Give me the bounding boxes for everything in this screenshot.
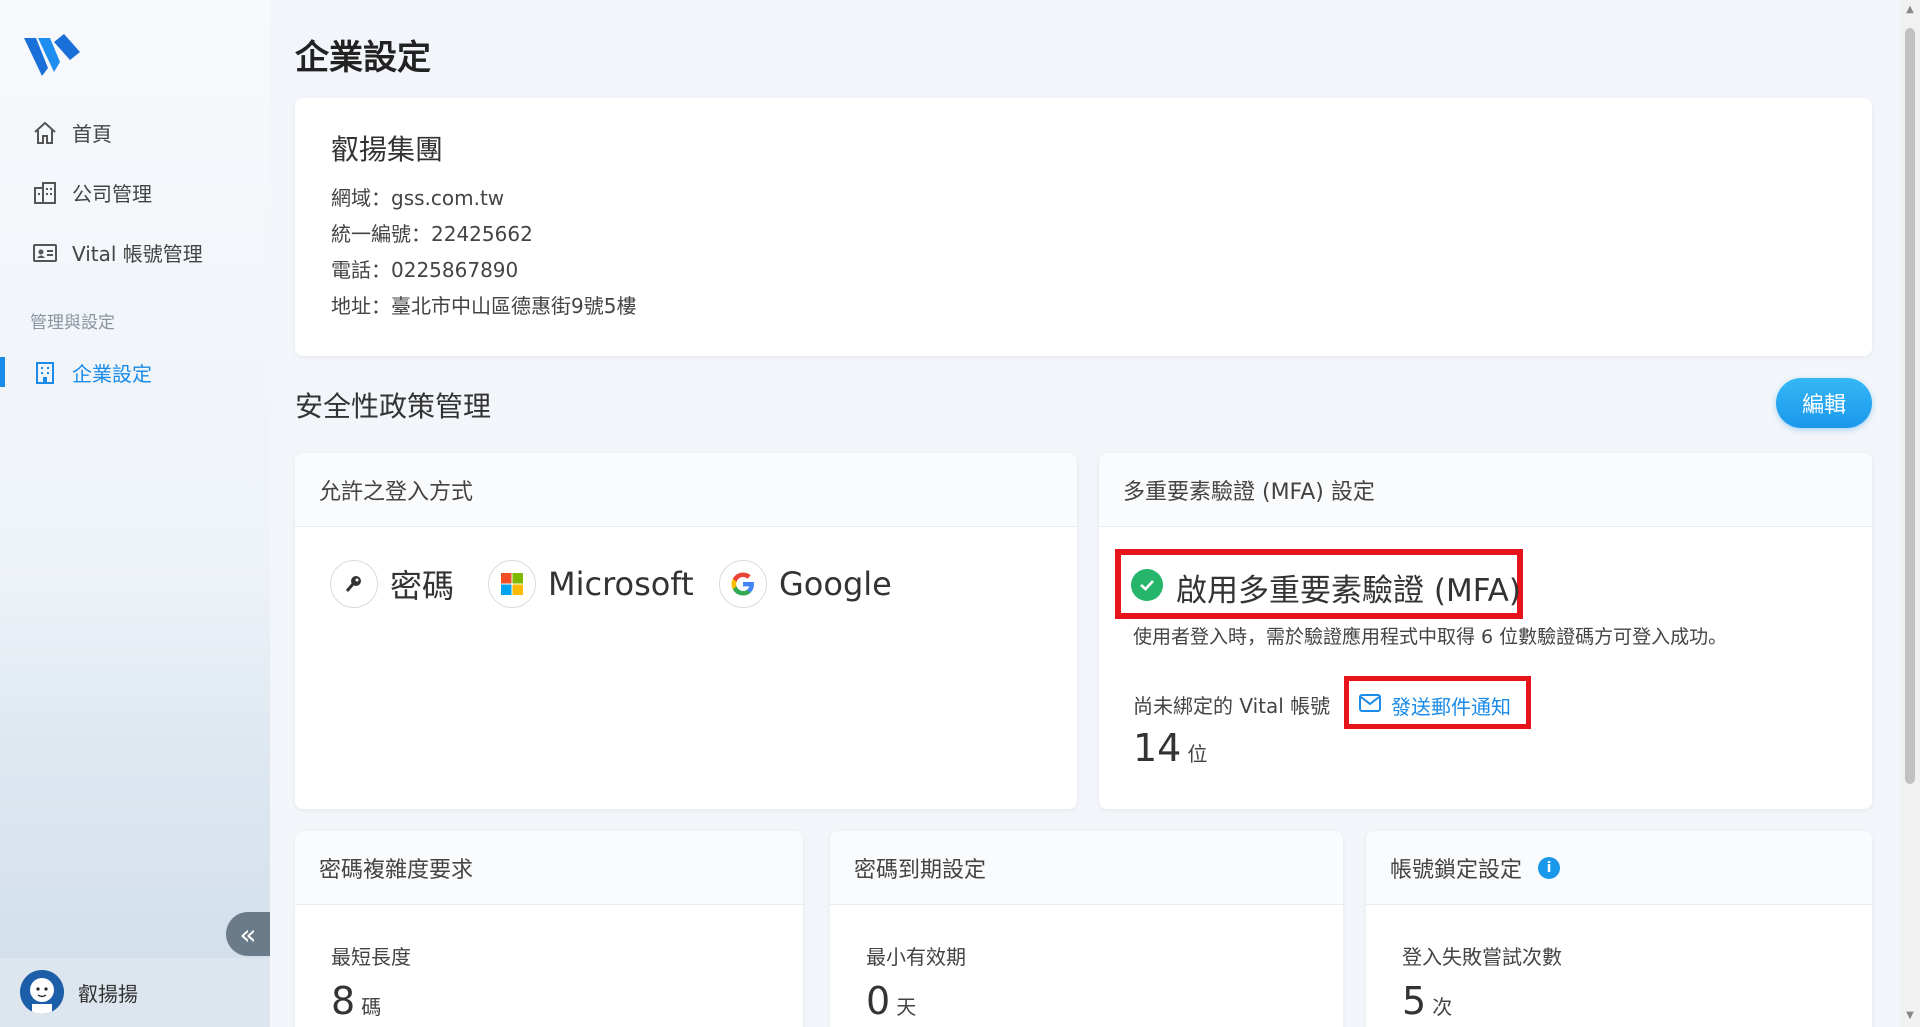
- sidebar-item-home[interactable]: 首頁: [0, 108, 270, 156]
- count-value: 14: [1133, 726, 1182, 770]
- company-domain: 網域：gss.com.tw: [331, 186, 505, 210]
- sidebar-item-vital-accounts[interactable]: Vital 帳號管理: [0, 228, 270, 276]
- count-value: 8: [331, 979, 356, 1023]
- password-expiry-title: 密碼到期設定: [830, 831, 1343, 905]
- unbound-accounts-count: 14 位: [1133, 726, 1207, 770]
- count-value: 0: [866, 979, 891, 1023]
- mail-icon: [1359, 694, 1381, 712]
- login-method-google: Google: [719, 560, 892, 608]
- office-building-icon: [36, 362, 54, 384]
- send-email-notification-button[interactable]: 發送郵件通知: [1344, 676, 1531, 729]
- send-email-notification-link: 發送郵件通知: [1391, 695, 1511, 719]
- edit-button[interactable]: 編輯: [1776, 378, 1872, 428]
- check-circle-icon: [1131, 569, 1163, 601]
- sidebar-item-label: 首頁: [72, 121, 112, 146]
- count-unit: 碼: [361, 995, 382, 1019]
- vital-logo-icon[interactable]: [24, 34, 80, 76]
- scroll-down-arrow-icon[interactable]: ▼: [1904, 1010, 1916, 1022]
- mfa-enabled-highlight: 啟用多重要素驗證 (MFA): [1115, 549, 1523, 619]
- company-phone: 電話：0225867890: [331, 258, 519, 282]
- page-title: 企業設定: [295, 38, 431, 78]
- id-card-icon: [33, 244, 57, 262]
- company-address: 地址：臺北市中山區德惠街9號5樓: [331, 294, 637, 318]
- scroll-thumb[interactable]: [1905, 28, 1915, 784]
- microsoft-icon: [488, 560, 536, 608]
- account-lock-header: 帳號鎖定設定 i: [1366, 831, 1872, 905]
- count-unit: 天: [896, 995, 917, 1019]
- sidebar: 首頁 公司管理 Vital 帳號管理 管理與設定 企業設定 « 叡揚揚: [0, 0, 270, 1027]
- login-method-label: Google: [779, 565, 892, 603]
- sidebar-item-company-management[interactable]: 公司管理: [0, 168, 270, 216]
- login-method-password: 密碼: [330, 560, 454, 608]
- unbound-accounts-label: 尚未綁定的 Vital 帳號: [1133, 694, 1331, 718]
- avatar[interactable]: [20, 970, 64, 1014]
- min-length-label: 最短長度: [331, 945, 411, 969]
- account-lock-card: 帳號鎖定設定 i 登入失敗嘗試次數 5 次: [1366, 831, 1872, 1027]
- mfa-settings-title: 多重要素驗證 (MFA) 設定: [1099, 453, 1872, 527]
- login-method-label: Microsoft: [548, 565, 694, 603]
- google-icon: [719, 560, 767, 608]
- sidebar-collapse-button[interactable]: «: [226, 912, 270, 956]
- count-value: 5: [1402, 979, 1427, 1023]
- sidebar-item-enterprise-settings[interactable]: 企業設定: [0, 348, 270, 396]
- min-length-count: 8 碼: [331, 979, 381, 1023]
- sidebar-item-label: Vital 帳號管理: [72, 241, 203, 266]
- count-unit: 位: [1187, 742, 1208, 766]
- login-methods-card: 允許之登入方式: [295, 453, 1077, 809]
- login-attempts-count: 5 次: [1402, 979, 1452, 1023]
- info-icon[interactable]: i: [1538, 856, 1561, 879]
- sidebar-item-label: 企業設定: [72, 361, 152, 386]
- company-name: 叡揚集團: [331, 133, 444, 166]
- count-unit: 次: [1432, 995, 1453, 1019]
- home-icon: [34, 121, 56, 144]
- login-method-microsoft: Microsoft: [488, 560, 694, 608]
- page-scrollbar[interactable]: ▲ ▼: [1900, 0, 1920, 1027]
- login-method-label: 密碼: [390, 567, 455, 605]
- company-tax-id: 統一編號：22425662: [331, 222, 533, 246]
- security-policy-title: 安全性政策管理: [295, 390, 492, 423]
- login-attempts-label: 登入失敗嘗試次數: [1402, 945, 1562, 969]
- avatar-illustration-icon: [20, 970, 64, 1014]
- mfa-enabled-label: 啟用多重要素驗證 (MFA): [1176, 573, 1521, 609]
- double-chevron-left-icon: «: [239, 917, 257, 951]
- password-expiry-card: 密碼到期設定 最小有效期 0 天: [830, 831, 1343, 1027]
- sidebar-item-label: 公司管理: [72, 181, 152, 206]
- password-complexity-title: 密碼複雜度要求: [295, 831, 803, 905]
- min-valid-count: 0 天: [866, 979, 916, 1023]
- account-lock-title: 帳號鎖定設定: [1390, 857, 1523, 883]
- min-valid-label: 最小有效期: [866, 945, 966, 969]
- key-icon: [330, 560, 378, 608]
- user-name: 叡揚揚: [78, 982, 138, 1006]
- password-complexity-card: 密碼複雜度要求 最短長度 8 碼: [295, 831, 803, 1027]
- login-methods-title: 允許之登入方式: [295, 453, 1077, 527]
- company-info-card: 叡揚集團 網域：gss.com.tw 統一編號：22425662 電話：0225…: [295, 98, 1872, 356]
- building-icon: [34, 182, 56, 204]
- sidebar-section-label: 管理與設定: [30, 313, 115, 333]
- user-profile-bar[interactable]: 叡揚揚: [0, 958, 270, 1027]
- mfa-description: 使用者登入時，需於驗證應用程式中取得 6 位數驗證碼方可登入成功。: [1133, 626, 1728, 648]
- scroll-up-arrow-icon[interactable]: ▲: [1904, 4, 1916, 16]
